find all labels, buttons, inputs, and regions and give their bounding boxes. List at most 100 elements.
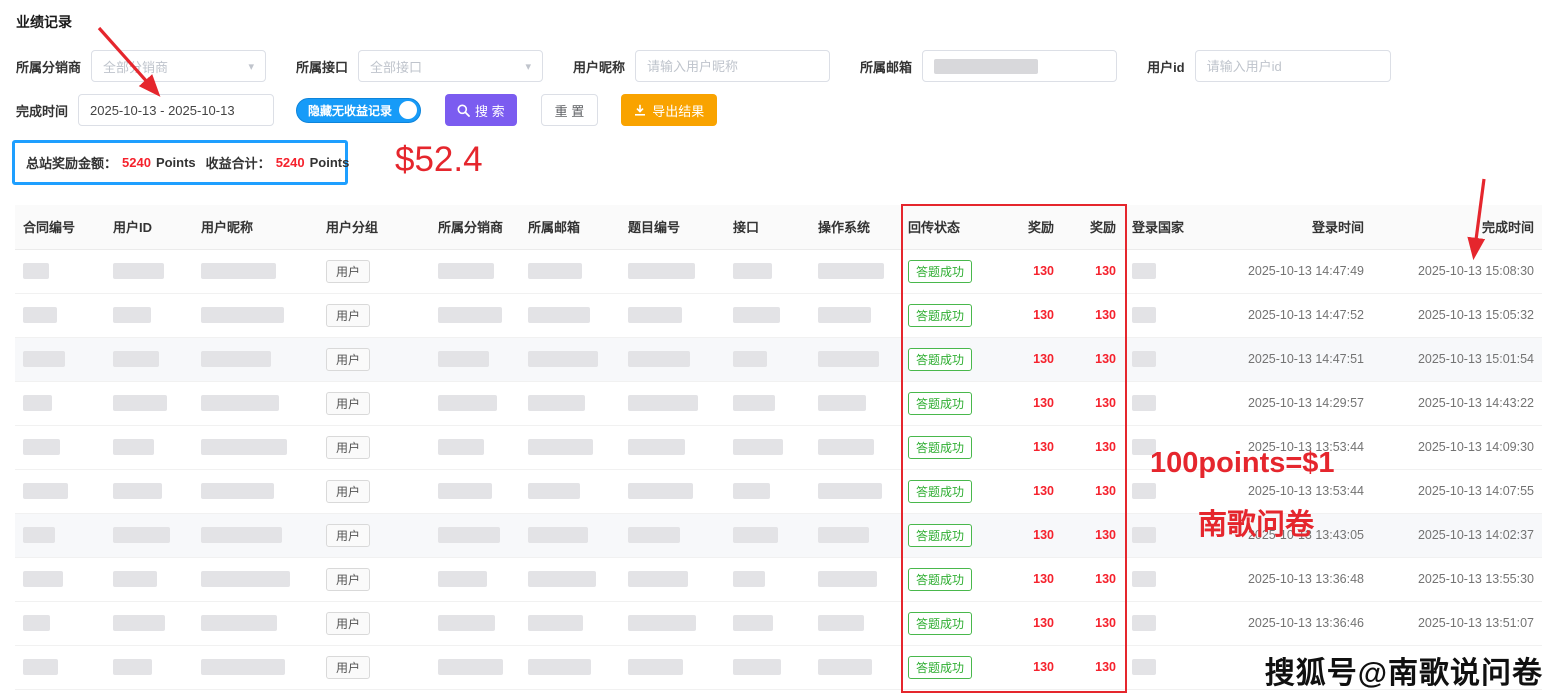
date-range-input[interactable] (78, 94, 274, 126)
api-select[interactable]: 全部接口 ▾ (358, 50, 543, 82)
cell-reward2: 130 (1062, 645, 1124, 689)
cell-email (520, 293, 620, 337)
table-row: 用户答题成功1301302025-10-13 13:36:482025-10-1… (15, 557, 1542, 601)
cell-api (725, 601, 810, 645)
cell-group: 用户 (318, 249, 430, 293)
user-group-tag: 用户 (326, 480, 370, 503)
distributor-select[interactable]: 全部分销商 ▾ (91, 50, 266, 82)
redacted-block (438, 351, 489, 367)
cell-api (725, 469, 810, 513)
column-header: 登录时间 (1192, 205, 1372, 249)
redacted-block (113, 263, 164, 279)
cell-email (520, 249, 620, 293)
cell-finish_time: 2025-10-13 13:55:30 (1372, 557, 1542, 601)
redacted-block (113, 527, 170, 543)
cell-login_time: 2025-10-13 14:47:52 (1192, 293, 1372, 337)
cell-api (725, 645, 810, 689)
user-group-tag: 用户 (326, 304, 370, 327)
redacted-block (1132, 395, 1156, 411)
cell-api (725, 425, 810, 469)
cell-uid (105, 249, 193, 293)
redacted-block (113, 395, 167, 411)
redacted-block (818, 395, 866, 411)
cell-finish_time: 2025-10-13 14:07:55 (1372, 469, 1542, 513)
summary-income-value: 5240 (276, 155, 305, 170)
redacted-block (733, 659, 781, 675)
redacted-block (528, 263, 582, 279)
redacted-block (23, 659, 58, 675)
table-row: 用户答题成功1301302025-10-13 13:43:052025-10-1… (15, 513, 1542, 557)
distributor-label: 所属分销商 (16, 57, 81, 76)
cell-login_time: 2025-10-13 13:36:48 (1192, 557, 1372, 601)
cell-reward1: 130 (1000, 425, 1062, 469)
cell-contract (15, 645, 105, 689)
cell-login_time: 2025-10-13 13:53:44 (1192, 425, 1372, 469)
cell-os (810, 337, 900, 381)
cell-login_time: 2025-10-13 14:47:49 (1192, 249, 1372, 293)
redacted-block (628, 263, 695, 279)
redacted-block (201, 527, 282, 543)
summary-box: 总站奖励金额： 5240 Points 收益合计： 5240 Points (12, 140, 348, 185)
redacted-block (818, 351, 879, 367)
reset-button[interactable]: 重 置 (541, 94, 599, 126)
cell-login_time: 2025-10-13 13:53:44 (1192, 469, 1372, 513)
redacted-block (1132, 615, 1156, 631)
cell-contract (15, 249, 105, 293)
redacted-block (438, 483, 492, 499)
user-id-input[interactable] (1195, 50, 1391, 82)
redacted-block (438, 395, 497, 411)
cell-uid (105, 469, 193, 513)
table-row: 用户答题成功1301302025-10-13 13:53:442025-10-1… (15, 425, 1542, 469)
redacted-block (628, 571, 688, 587)
redacted-block (733, 571, 765, 587)
redacted-block (628, 615, 696, 631)
cell-contract (15, 513, 105, 557)
export-button[interactable]: 导出结果 (621, 94, 717, 126)
redacted-block (628, 527, 680, 543)
user-id-label: 用户id (1147, 57, 1185, 76)
redacted-block (201, 571, 290, 587)
redacted-block (628, 439, 685, 455)
table-row: 用户答题成功1301302025-10-13 14:29:572025-10-1… (15, 381, 1542, 425)
cell-email (520, 557, 620, 601)
cell-finish_time: 2025-10-13 14:43:22 (1372, 381, 1542, 425)
redacted-block (818, 615, 864, 631)
redacted-block (1132, 307, 1156, 323)
status-badge: 答题成功 (908, 656, 972, 679)
usd-annotation: $52.4 (395, 140, 483, 180)
cell-nick (193, 469, 318, 513)
cell-dist (430, 425, 520, 469)
redacted-block (528, 307, 590, 323)
redacted-block (1132, 483, 1156, 499)
column-header: 回传状态 (900, 205, 1000, 249)
cell-qid (620, 601, 725, 645)
cell-reward2: 130 (1062, 293, 1124, 337)
redacted-block (1132, 527, 1156, 543)
redacted-block (113, 439, 154, 455)
cell-reward1: 130 (1000, 469, 1062, 513)
cell-login_time: 2025-10-13 13:43:05 (1192, 513, 1372, 557)
redacted-block (23, 263, 49, 279)
email-label: 所属邮箱 (860, 57, 912, 76)
redacted-block (201, 395, 279, 411)
cell-nick (193, 293, 318, 337)
cell-reward2: 130 (1062, 249, 1124, 293)
search-button[interactable]: 搜 索 (445, 94, 517, 126)
nickname-input[interactable] (635, 50, 830, 82)
cell-qid (620, 337, 725, 381)
redacted-block (528, 615, 583, 631)
cell-country (1124, 293, 1192, 337)
cell-email (520, 337, 620, 381)
cell-status: 答题成功 (900, 601, 1000, 645)
search-button-label: 搜 索 (475, 101, 505, 120)
cell-nick (193, 557, 318, 601)
cell-finish_time: 2025-10-13 13:51:07 (1372, 601, 1542, 645)
cell-nick (193, 381, 318, 425)
email-input[interactable] (922, 50, 1117, 82)
redacted-block (528, 659, 591, 675)
cell-os (810, 381, 900, 425)
cell-contract (15, 381, 105, 425)
hide-no-income-toggle[interactable]: 隐藏无收益记录 (296, 98, 421, 123)
redacted-block (733, 351, 767, 367)
cell-reward2: 130 (1062, 557, 1124, 601)
